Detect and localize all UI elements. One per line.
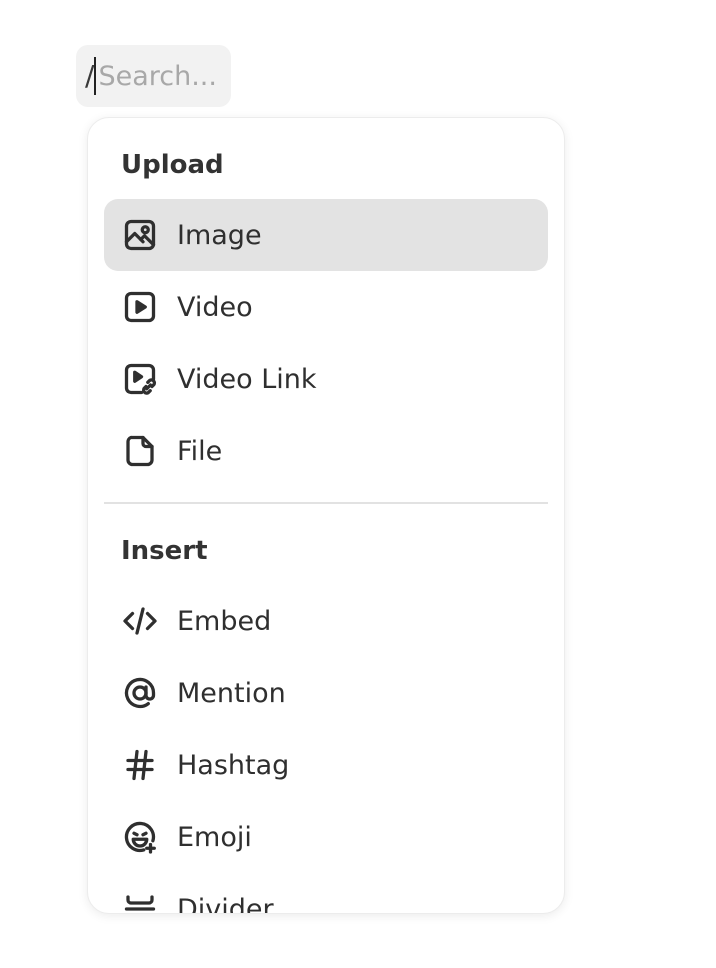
menu-item-video[interactable]: Video xyxy=(104,271,548,343)
video-link-icon xyxy=(122,361,158,397)
section-title-insert: Insert xyxy=(121,536,208,566)
video-icon xyxy=(122,289,158,325)
menu-item-label: Hashtag xyxy=(177,749,290,781)
search-input[interactable] xyxy=(98,60,219,92)
menu-item-label: Embed xyxy=(177,605,272,637)
menu-item-mention[interactable]: Mention xyxy=(104,657,548,729)
at-icon xyxy=(122,675,158,711)
text-caret xyxy=(94,57,97,95)
menu-item-emoji[interactable]: Emoji xyxy=(104,801,548,873)
menu-item-label: Emoji xyxy=(177,821,252,853)
insert-menu: Upload Image Video Video Link File Inser… xyxy=(87,117,565,914)
menu-item-label: Divider xyxy=(177,893,274,914)
image-icon xyxy=(122,217,158,253)
search-box[interactable]: / xyxy=(76,45,231,107)
section-title-upload: Upload xyxy=(121,150,224,180)
file-icon xyxy=(122,433,158,469)
menu-item-label: Video Link xyxy=(177,363,317,395)
menu-item-label: File xyxy=(177,435,223,467)
emoji-icon xyxy=(122,819,158,855)
menu-item-file[interactable]: File xyxy=(104,415,548,487)
page: / Upload Image Vide xyxy=(0,0,716,968)
slash-trigger: / xyxy=(85,59,95,92)
divider-icon xyxy=(122,891,158,913)
menu-item-label: Image xyxy=(177,219,262,251)
menu-item-label: Mention xyxy=(177,677,286,709)
menu-item-divider[interactable]: Divider xyxy=(104,873,548,914)
hashtag-icon xyxy=(122,747,158,783)
code-icon xyxy=(122,603,158,639)
menu-item-label: Video xyxy=(177,291,253,323)
menu-item-hashtag[interactable]: Hashtag xyxy=(104,729,548,801)
section-divider xyxy=(104,502,548,504)
menu-item-video-link[interactable]: Video Link xyxy=(104,343,548,415)
menu-item-image[interactable]: Image xyxy=(104,199,548,271)
menu-item-embed[interactable]: Embed xyxy=(104,585,548,657)
